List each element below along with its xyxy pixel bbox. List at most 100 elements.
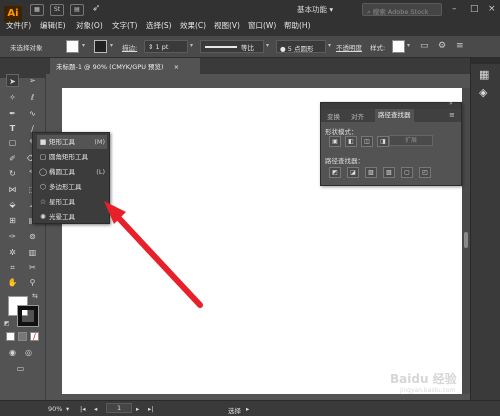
zoom-tool-icon[interactable]: ⚲ [26, 276, 39, 289]
gradient-mode-icon[interactable] [18, 332, 27, 341]
menu-window[interactable]: 窗口(W) [248, 20, 276, 31]
default-colors-icon[interactable]: ◩ [4, 320, 10, 327]
merge-icon[interactable]: ▨ [365, 167, 377, 178]
arrange-documents-icon[interactable]: ▤ [70, 4, 84, 16]
pen-tool-icon[interactable]: ✒ [6, 107, 19, 120]
flyout-item-star[interactable]: ☆ 星形工具 [37, 195, 107, 209]
exclude-icon[interactable]: ◨ [377, 136, 389, 147]
stroke-dropdown-icon[interactable]: ▾ [110, 42, 113, 49]
stroke-label[interactable]: 描边: [122, 42, 137, 52]
color-mode-icon[interactable] [6, 332, 15, 341]
stroke-weight-dropdown-icon[interactable]: ▾ [190, 42, 193, 49]
tab-pathfinder[interactable]: 路径查找器 [375, 109, 414, 122]
lasso-icon[interactable]: ℓ [26, 91, 39, 104]
first-artboard-icon[interactable]: |◂ [80, 405, 85, 413]
stroke-color-box[interactable] [17, 305, 39, 327]
curvature-tool-icon[interactable]: ∿ [26, 107, 39, 120]
status-arrow-icon[interactable]: ▸ [246, 405, 249, 413]
stock-icon[interactable]: St [50, 4, 64, 16]
document-setup-icon[interactable]: ▭ [420, 41, 429, 51]
divide-icon[interactable]: ◩ [329, 167, 341, 178]
flyout-item-polygon[interactable]: ⬡ 多边形工具 [37, 180, 107, 194]
previous-artboard-icon[interactable]: ◂ [94, 405, 97, 413]
menu-select[interactable]: 选择(S) [146, 20, 172, 31]
opacity-label[interactable]: 不透明度 [336, 42, 362, 52]
flyout-item-rounded-rectangle[interactable]: ▢ 圆角矩形工具 [37, 150, 107, 164]
status-mode-label[interactable]: 选择 [228, 405, 241, 415]
next-artboard-icon[interactable]: ▸ [136, 405, 139, 413]
draw-normal-icon[interactable]: ◉ [6, 346, 19, 359]
trim-icon[interactable]: ◪ [347, 167, 359, 178]
zoom-dropdown-icon[interactable]: ▾ [66, 405, 69, 413]
style-dropdown-icon[interactable]: ▾ [407, 42, 410, 49]
artboard-tool-icon[interactable]: ⌗ [6, 261, 19, 274]
bridge-icon[interactable]: ▦ [30, 4, 44, 16]
tab-transform[interactable]: 变换 [327, 111, 340, 121]
last-artboard-icon[interactable]: ▸| [148, 405, 153, 413]
fill-dropdown-icon[interactable]: ▾ [82, 42, 85, 49]
document-tab[interactable]: 未标题-1 @ 90% (CMYK/GPU 预览) × [50, 58, 200, 74]
shaper-tool-icon[interactable]: ✐ [6, 152, 19, 165]
none-mode-icon[interactable]: ∕ [30, 332, 39, 341]
profile-dropdown-icon[interactable]: ▾ [266, 42, 269, 49]
dock-grip[interactable] [471, 58, 500, 64]
rectangle-tool-icon[interactable]: ▢ [6, 136, 19, 149]
variable-width-profile[interactable]: 等比 [200, 40, 264, 53]
type-tool-icon[interactable]: T [6, 122, 19, 135]
shape-builder-icon[interactable]: ⬙ [6, 198, 19, 211]
symbol-sprayer-icon[interactable]: ✲ [6, 246, 19, 259]
outline-icon[interactable]: ▢ [401, 167, 413, 178]
hand-tool-icon[interactable]: ✋ [6, 276, 19, 289]
unite-icon[interactable]: ▣ [329, 136, 341, 147]
close-tab-icon[interactable]: × [174, 63, 179, 71]
minus-front-icon[interactable]: ◧ [345, 136, 357, 147]
selection-tool-icon[interactable]: ➤ [6, 74, 19, 87]
artboard-number-field[interactable]: 1 [106, 403, 132, 413]
gpu-performance-icon[interactable]: ➶ [92, 3, 100, 14]
menu-type[interactable]: 文字(T) [112, 20, 137, 31]
brush-dropdown-icon[interactable]: ▾ [328, 42, 331, 49]
menu-edit[interactable]: 编辑(E) [40, 20, 66, 31]
minus-back-icon[interactable]: ◰ [419, 167, 431, 178]
menu-object[interactable]: 对象(O) [76, 20, 103, 31]
panel-menu-icon[interactable]: ≡ [456, 41, 464, 51]
magic-wand-icon[interactable]: ✧ [6, 91, 19, 104]
scrollbar-thumb[interactable] [464, 232, 468, 248]
width-tool-icon[interactable]: ⋈ [6, 183, 19, 196]
draw-behind-icon[interactable]: ◎ [22, 346, 35, 359]
column-graph-icon[interactable]: ▥ [26, 246, 39, 259]
mesh-tool-icon[interactable]: ⊞ [6, 214, 19, 227]
panel-menu-icon[interactable]: ≡ [449, 111, 455, 119]
minimize-icon[interactable]: – [452, 4, 457, 14]
maximize-icon[interactable]: □ [470, 4, 479, 14]
screen-mode-icon[interactable]: ▭ [14, 362, 27, 375]
close-icon[interactable]: × [488, 4, 496, 14]
eyedropper-icon[interactable]: ✑ [6, 230, 19, 243]
flyout-item-ellipse[interactable]: ◯ 椭圆工具 (L) [37, 165, 107, 179]
preferences-icon[interactable]: ⚙ [438, 41, 446, 51]
stock-search-input[interactable]: ⌕ 搜索 Adobe Stock [362, 3, 442, 16]
menu-view[interactable]: 视图(V) [214, 20, 240, 31]
collapse-panel-icon[interactable]: » [449, 100, 453, 107]
zoom-level[interactable]: 90% [48, 405, 62, 413]
stroke-weight-field[interactable]: ⇕ 1 pt [144, 40, 188, 53]
menu-help[interactable]: 帮助(H) [284, 20, 311, 31]
intersect-icon[interactable]: ◫ [361, 136, 373, 147]
graphic-style-swatch[interactable] [392, 40, 405, 53]
flyout-item-rectangle[interactable]: ■ 矩形工具 (M) [37, 135, 107, 149]
tab-align[interactable]: 对齐 [351, 111, 364, 121]
expand-button[interactable]: 扩展 [389, 135, 433, 146]
menu-effect[interactable]: 效果(C) [180, 20, 206, 31]
slice-tool-icon[interactable]: ✂ [26, 261, 39, 274]
brush-definition[interactable]: ● 5 点圆形 [276, 40, 326, 53]
fill-swatch[interactable] [66, 40, 79, 53]
blend-tool-icon[interactable]: ⊚ [26, 230, 39, 243]
workspace-switcher[interactable]: 基本功能 ▾ [297, 4, 333, 15]
properties-icon[interactable]: ▦ [479, 68, 489, 81]
swap-fill-stroke-icon[interactable]: ⇆ [32, 292, 38, 300]
direct-selection-icon[interactable]: ➢ [26, 74, 39, 87]
crop-icon[interactable]: ▧ [383, 167, 395, 178]
flyout-item-flare[interactable]: ✺ 光晕工具 [37, 210, 107, 224]
rotate-tool-icon[interactable]: ↻ [6, 167, 19, 180]
layers-icon[interactable]: ◈ [479, 86, 487, 99]
